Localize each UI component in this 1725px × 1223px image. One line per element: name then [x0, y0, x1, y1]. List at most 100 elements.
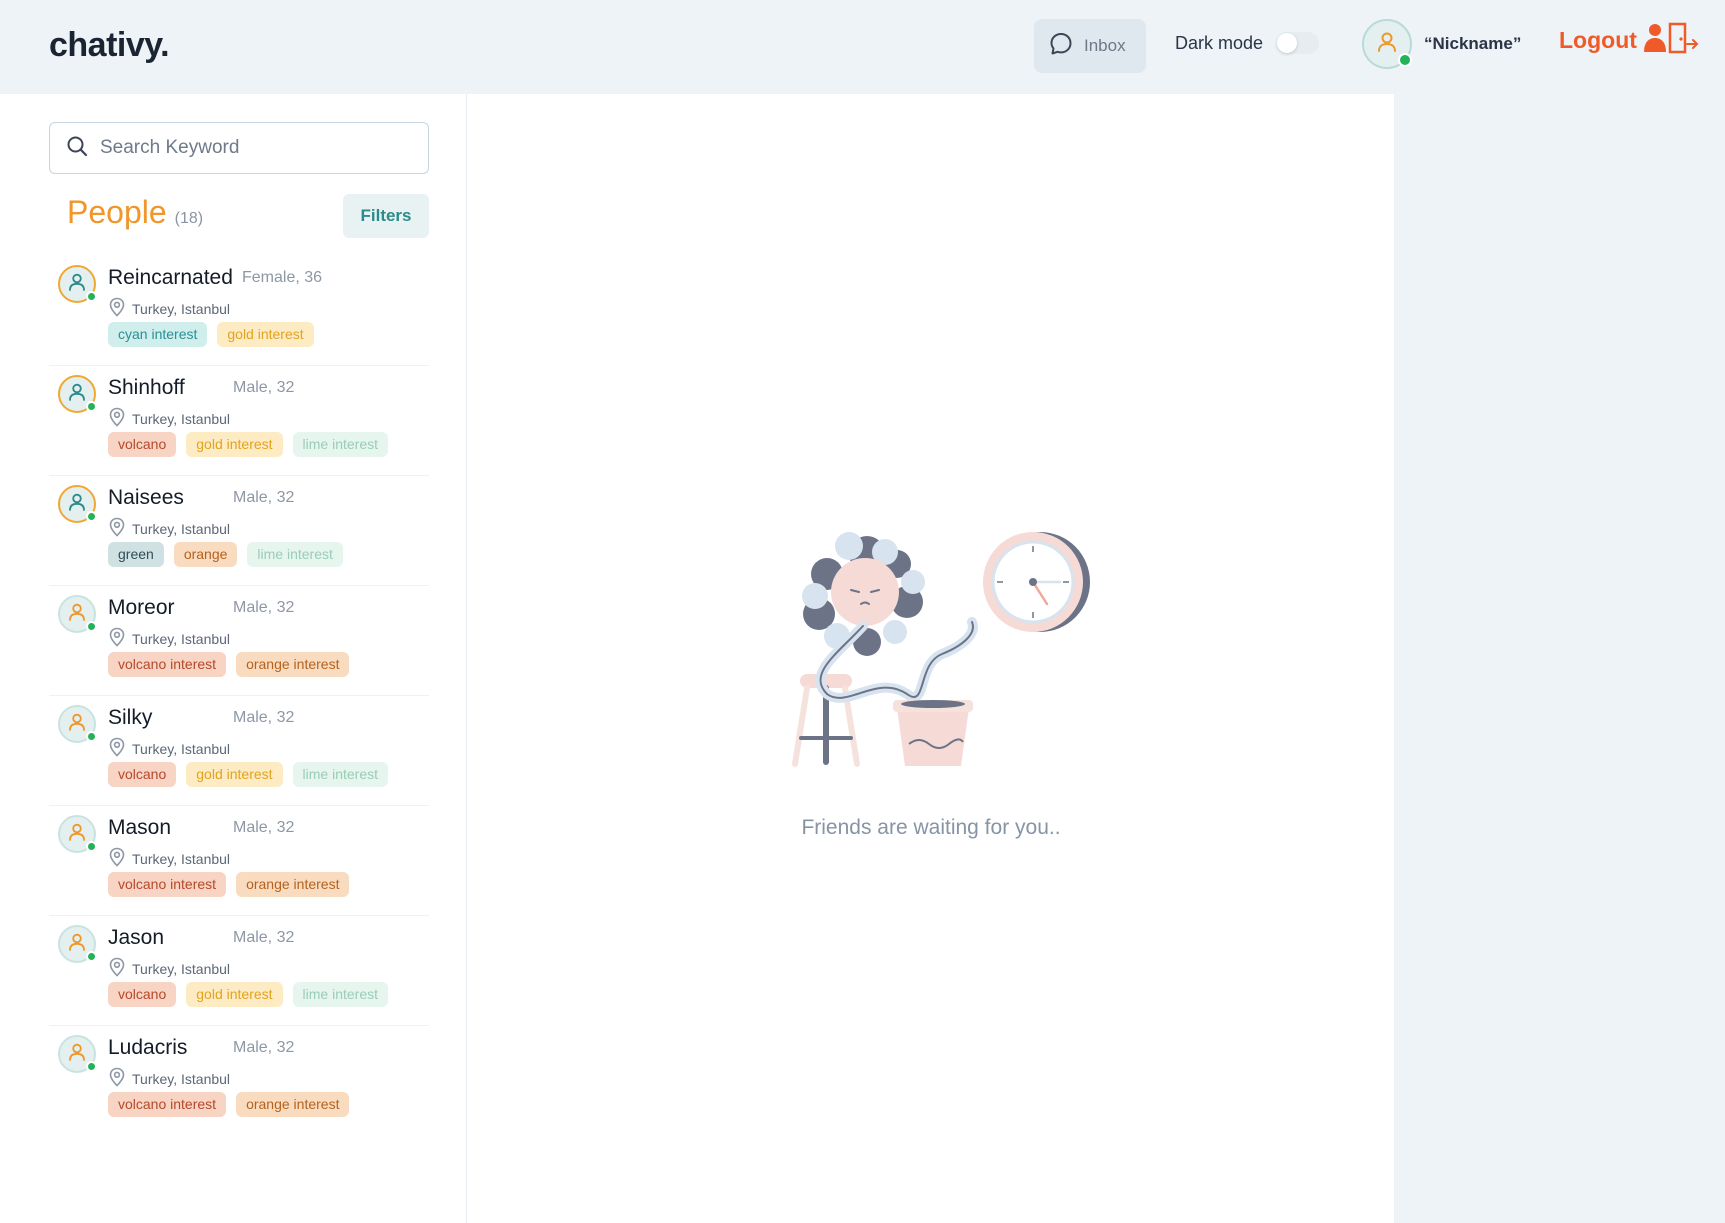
search-box[interactable]	[49, 122, 429, 174]
interest-tag[interactable]: orange interest	[236, 1092, 350, 1117]
person-list-item[interactable]: Silky Male, 32 Turkey, Istanbul volcano gold…	[49, 696, 429, 806]
online-indicator	[86, 1061, 97, 1072]
interest-tag[interactable]: gold interest	[186, 762, 283, 787]
person-gender-age: Male, 32	[233, 929, 295, 946]
search-icon	[66, 135, 88, 162]
people-heading: People (18)	[67, 194, 203, 231]
avatar[interactable]	[58, 595, 97, 633]
online-indicator	[86, 401, 97, 412]
interest-tag[interactable]: orange interest	[236, 652, 350, 677]
dark-mode-label: Dark mode	[1175, 32, 1264, 53]
avatar[interactable]	[58, 485, 97, 523]
avatar[interactable]	[1362, 19, 1412, 69]
interest-tag[interactable]: orange interest	[236, 872, 350, 897]
interest-tags: volcano interest orange interest	[108, 872, 350, 897]
logout-button[interactable]: Logout	[1559, 22, 1699, 59]
chat-bubble-icon	[1048, 31, 1074, 62]
person-list-item[interactable]: Moreor Male, 32 Turkey, Istanbul volcano in…	[49, 586, 429, 696]
avatar[interactable]	[58, 705, 97, 743]
person-name: Silky	[108, 706, 153, 729]
person-list-item[interactable]: Jason Male, 32 Turkey, Istanbul volcano gold…	[49, 916, 429, 1026]
chat-panel: Friends are waiting for you..	[466, 94, 1394, 1223]
app-logo[interactable]: chativy.	[49, 26, 170, 65]
avatar[interactable]	[58, 265, 97, 303]
user-icon	[66, 711, 88, 738]
user-icon	[66, 271, 88, 298]
online-indicator	[86, 951, 97, 962]
person-location: Turkey, Istanbul	[108, 1067, 230, 1090]
person-name: Reincarnated	[108, 266, 233, 289]
dark-mode-control: Dark mode	[1175, 32, 1320, 54]
person-gender-age: Male, 32	[233, 379, 295, 396]
online-indicator	[1398, 53, 1412, 67]
user-nickname: “Nickname”	[1424, 34, 1522, 53]
people-count: (18)	[174, 210, 204, 227]
interest-tag[interactable]: volcano	[108, 432, 177, 457]
person-gender-age: Male, 32	[233, 489, 295, 506]
interest-tag[interactable]: gold interest	[186, 432, 283, 457]
person-gender-age: Male, 32	[233, 709, 295, 726]
location-pin-icon	[108, 1067, 126, 1090]
person-gender-age: Male, 32	[233, 1039, 295, 1056]
interest-tag[interactable]: volcano interest	[108, 872, 227, 897]
location-text: Turkey, Istanbul	[132, 520, 231, 537]
location-text: Turkey, Istanbul	[132, 740, 231, 757]
inbox-label: Inbox	[1084, 36, 1126, 55]
interest-tags: volcano gold interest lime interest	[108, 762, 389, 787]
toggle-knob	[1277, 33, 1298, 53]
person-list-item[interactable]: Ludacris Male, 32 Turkey, Istanbul volcano …	[49, 1026, 429, 1136]
interest-tags: green orange lime interest	[108, 542, 343, 567]
door-exit-icon	[1643, 22, 1699, 59]
location-text: Turkey, Istanbul	[132, 630, 231, 647]
interest-tag[interactable]: volcano interest	[108, 1092, 227, 1117]
interest-tag[interactable]: lime interest	[247, 542, 343, 567]
search-input[interactable]	[100, 137, 400, 159]
location-text: Turkey, Istanbul	[132, 960, 231, 977]
filters-button[interactable]: Filters	[343, 194, 429, 238]
person-list-item[interactable]: Naisees Male, 32 Turkey, Istanbul green oran…	[49, 476, 429, 586]
location-text: Turkey, Istanbul	[132, 850, 231, 867]
interest-tag[interactable]: lime interest	[292, 982, 389, 1007]
user-icon	[66, 931, 88, 958]
location-pin-icon	[108, 297, 126, 320]
person-name: Ludacris	[108, 1036, 188, 1059]
interest-tag[interactable]: gold interest	[186, 982, 283, 1007]
interest-tag[interactable]: volcano interest	[108, 652, 227, 677]
person-location: Turkey, Istanbul	[108, 407, 230, 430]
interest-tag[interactable]: volcano	[108, 982, 177, 1007]
location-pin-icon	[108, 407, 126, 430]
interest-tag[interactable]: green	[108, 542, 164, 567]
interest-tag[interactable]: volcano	[108, 762, 177, 787]
interest-tags: volcano gold interest lime interest	[108, 432, 389, 457]
interest-tags: volcano gold interest lime interest	[108, 982, 389, 1007]
interest-tag[interactable]: orange	[173, 542, 238, 567]
inbox-button[interactable]: Inbox	[1034, 19, 1146, 73]
avatar[interactable]	[58, 815, 97, 853]
interest-tags: volcano interest orange interest	[108, 652, 350, 677]
current-user[interactable]: “Nickname”	[1362, 19, 1521, 69]
person-location: Turkey, Istanbul	[108, 737, 230, 760]
online-indicator	[86, 621, 97, 632]
user-icon	[66, 601, 88, 628]
avatar[interactable]	[58, 925, 97, 963]
people-title: People	[67, 194, 167, 230]
online-indicator	[86, 291, 97, 302]
interest-tag[interactable]: cyan interest	[108, 322, 208, 347]
interest-tag[interactable]: lime interest	[292, 762, 389, 787]
interest-tag[interactable]: gold interest	[217, 322, 314, 347]
avatar[interactable]	[58, 375, 97, 413]
interest-tags: cyan interest gold interest	[108, 322, 314, 347]
person-list-item[interactable]: Mason Male, 32 Turkey, Istanbul volcano int…	[49, 806, 429, 916]
location-pin-icon	[108, 737, 126, 760]
person-gender-age: Male, 32	[233, 819, 295, 836]
person-gender-age: Male, 32	[233, 599, 295, 616]
avatar[interactable]	[58, 1035, 97, 1073]
location-text: Turkey, Istanbul	[132, 300, 231, 317]
dark-mode-toggle[interactable]	[1277, 32, 1320, 54]
location-pin-icon	[108, 517, 126, 540]
interest-tag[interactable]: lime interest	[292, 432, 389, 457]
location-text: Turkey, Istanbul	[132, 1070, 231, 1087]
person-list-item[interactable]: Reincarnated Female, 36 Turkey, Istanbul cy…	[49, 256, 429, 366]
person-list-item[interactable]: Shinhoff Male, 32 Turkey, Istanbul volcano g…	[49, 366, 429, 476]
user-icon	[66, 1041, 88, 1068]
